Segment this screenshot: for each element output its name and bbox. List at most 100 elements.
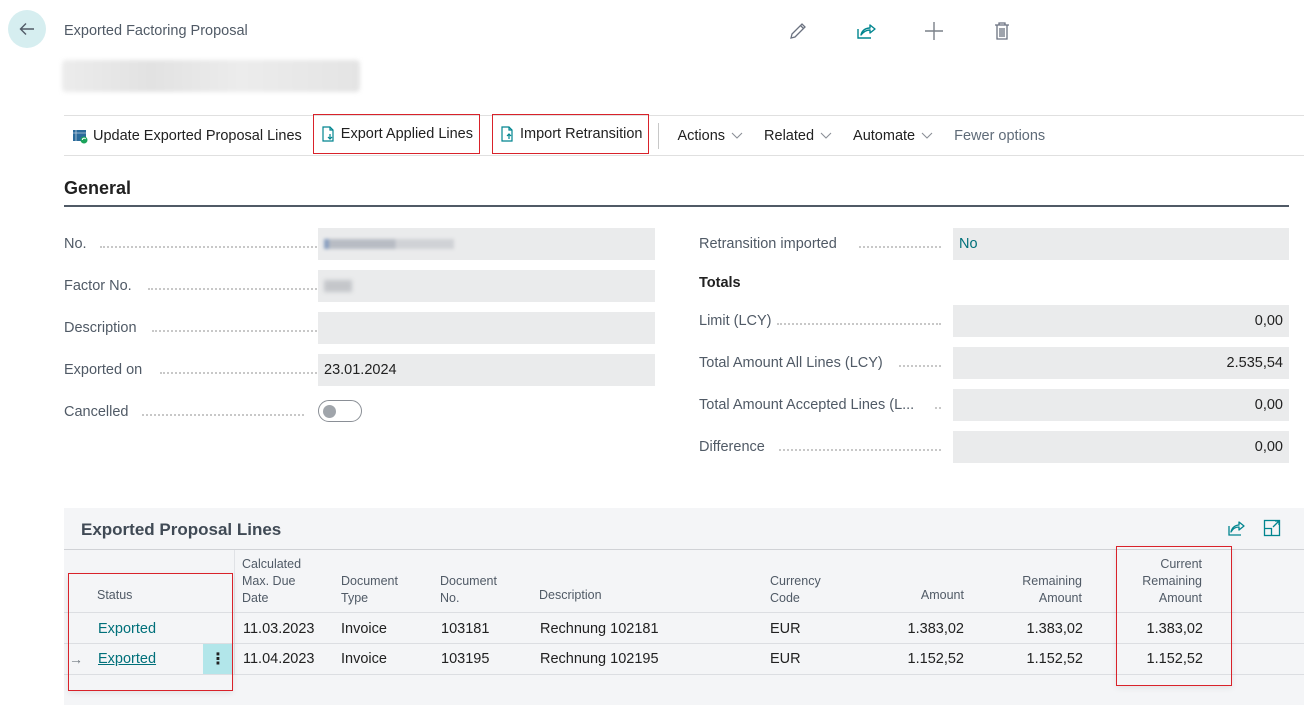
- chevron-down-icon: [820, 132, 832, 139]
- field-factor-no-value[interactable]: [318, 270, 655, 302]
- add-plus-icon: [925, 22, 943, 40]
- general-section-title: General: [64, 178, 132, 198]
- field-no-value[interactable]: [318, 228, 655, 260]
- row-document-no: 103181: [441, 621, 490, 637]
- related-menu-label: Related: [764, 127, 815, 144]
- export-applied-lines-label: Export Applied Lines: [340, 126, 473, 142]
- field-difference-label: Difference: [699, 439, 765, 455]
- col-header-current-remaining-amount[interactable]: Current Remaining Amount: [1102, 556, 1202, 607]
- export-applied-lines-button[interactable]: Export Applied Lines: [310, 111, 483, 157]
- field-total-amount-accepted-lines-value[interactable]: 0,00: [953, 389, 1289, 421]
- field-total-amount-accepted-lines: Total Amount Accepted Lines (L... 0,00: [699, 389, 1289, 421]
- import-retransition-button[interactable]: Import Retransition: [489, 111, 653, 157]
- col-header-status[interactable]: Status: [97, 587, 132, 604]
- lines-expand-button[interactable]: [1262, 518, 1282, 538]
- field-total-amount-all-lines: Total Amount All Lines (LCY) 2.535,54: [699, 347, 1289, 379]
- action-bar-divider: [658, 122, 660, 149]
- new-button[interactable]: [923, 18, 991, 44]
- col-header-document-type[interactable]: Document Type: [341, 573, 398, 607]
- col-header-line: No.: [440, 591, 460, 605]
- edit-button[interactable]: [787, 18, 855, 44]
- leader-dots: [148, 288, 340, 290]
- col-header-description[interactable]: Description: [539, 587, 602, 604]
- col-header-line: Document: [341, 574, 398, 588]
- field-exported-on-value[interactable]: 23.01.2024: [318, 354, 655, 386]
- field-cancelled: Cancelled: [64, 396, 304, 428]
- col-header-line: Type: [341, 591, 369, 605]
- col-header-currency-code[interactable]: Currency Code: [770, 573, 821, 607]
- import-retransition-label: Import Retransition: [519, 126, 643, 142]
- edit-pencil-icon: [790, 23, 806, 39]
- page-caption: Exported Factoring Proposal: [64, 23, 248, 39]
- lines-share-button[interactable]: [1226, 518, 1246, 538]
- row-currency-code: EUR: [770, 651, 801, 667]
- field-factor-no-label: Factor No.: [64, 278, 132, 294]
- row-amount: 1.383,02: [907, 621, 964, 637]
- export-document-icon: [322, 126, 334, 142]
- col-header-line: Amount: [1038, 591, 1082, 605]
- row-remaining-amount: 1.383,02: [1026, 621, 1083, 637]
- leader-dots: [859, 246, 941, 248]
- field-total-amount-accepted-lines-label: Total Amount Accepted Lines (L...: [699, 397, 915, 413]
- action-bar: Update Exported Proposal Lines Export Ap…: [64, 114, 1304, 156]
- back-arrow-icon: [19, 23, 34, 35]
- actions-menu-label: Actions: [677, 127, 726, 144]
- col-header-line: Document: [440, 574, 497, 588]
- row-due-date: 11.03.2023: [243, 621, 315, 637]
- leader-dots: [142, 414, 304, 416]
- field-description: Description: [64, 312, 655, 344]
- leader-dots: [777, 323, 941, 325]
- share-button[interactable]: [855, 18, 923, 44]
- top-actions: [787, 18, 1059, 44]
- row-current-remaining-amount: 1.152,52: [1146, 651, 1203, 667]
- field-retransition-imported-value[interactable]: No: [953, 228, 1289, 260]
- field-difference-value[interactable]: 0,00: [953, 431, 1289, 463]
- row-description: Rechnung 102195: [540, 651, 659, 667]
- row-selected-arrow-icon: →: [69, 651, 83, 667]
- share-icon: [1228, 521, 1245, 536]
- col-header-amount[interactable]: Amount: [864, 587, 964, 604]
- field-total-amount-all-lines-value[interactable]: 2.535,54: [953, 347, 1289, 379]
- row-more-options-button[interactable]: ⋮: [203, 644, 233, 674]
- record-title-redacted: [62, 60, 360, 92]
- row-due-date: 11.04.2023: [243, 651, 315, 667]
- update-exported-proposal-lines-label: Update Exported Proposal Lines: [93, 127, 302, 144]
- row-divider: [64, 643, 1304, 644]
- col-header-document-no[interactable]: Document No.: [440, 573, 497, 607]
- field-difference: Difference 0,00: [699, 431, 1289, 463]
- field-limit-lcy-label: Limit (LCY): [699, 313, 772, 329]
- redacted-value: [324, 239, 454, 249]
- leader-dots: [100, 246, 340, 248]
- actions-menu[interactable]: Actions: [669, 116, 756, 155]
- field-description-value[interactable]: [318, 312, 655, 344]
- related-menu[interactable]: Related: [756, 116, 845, 155]
- leader-dots: [899, 365, 941, 367]
- row-document-type: Invoice: [341, 651, 387, 667]
- row-status-link[interactable]: Exported: [98, 651, 156, 667]
- field-limit-lcy-value[interactable]: 0,00: [953, 305, 1289, 337]
- col-header-line: Currency: [770, 574, 821, 588]
- totals-header: Totals: [699, 275, 741, 291]
- field-exported-on-label: Exported on: [64, 362, 143, 378]
- redacted-value: [324, 280, 352, 292]
- col-header-due-date[interactable]: Calculated Max. Due Date: [242, 556, 301, 607]
- delete-button[interactable]: [991, 18, 1059, 44]
- automate-menu[interactable]: Automate: [845, 116, 946, 155]
- fewer-options-button[interactable]: Fewer options: [946, 116, 1053, 155]
- expand-icon: [1263, 519, 1281, 537]
- update-lines-icon: [73, 129, 88, 143]
- row-amount: 1.152,52: [907, 651, 964, 667]
- col-header-line: Date: [242, 591, 269, 605]
- leader-dots: [160, 372, 340, 374]
- row-divider: [64, 674, 1304, 675]
- field-total-amount-all-lines-label: Total Amount All Lines (LCY): [699, 355, 883, 371]
- back-button[interactable]: [8, 10, 46, 48]
- cancelled-toggle[interactable]: [318, 400, 362, 422]
- col-header-line: Current: [1160, 557, 1202, 571]
- field-limit-lcy: Limit (LCY) 0,00: [699, 305, 1289, 337]
- update-exported-proposal-lines-button[interactable]: Update Exported Proposal Lines: [64, 116, 310, 155]
- col-header-remaining-amount[interactable]: Remaining Amount: [982, 573, 1082, 607]
- col-header-amount-label: Amount: [920, 588, 964, 602]
- chevron-down-icon: [921, 132, 933, 139]
- row-status-link[interactable]: Exported: [98, 621, 156, 637]
